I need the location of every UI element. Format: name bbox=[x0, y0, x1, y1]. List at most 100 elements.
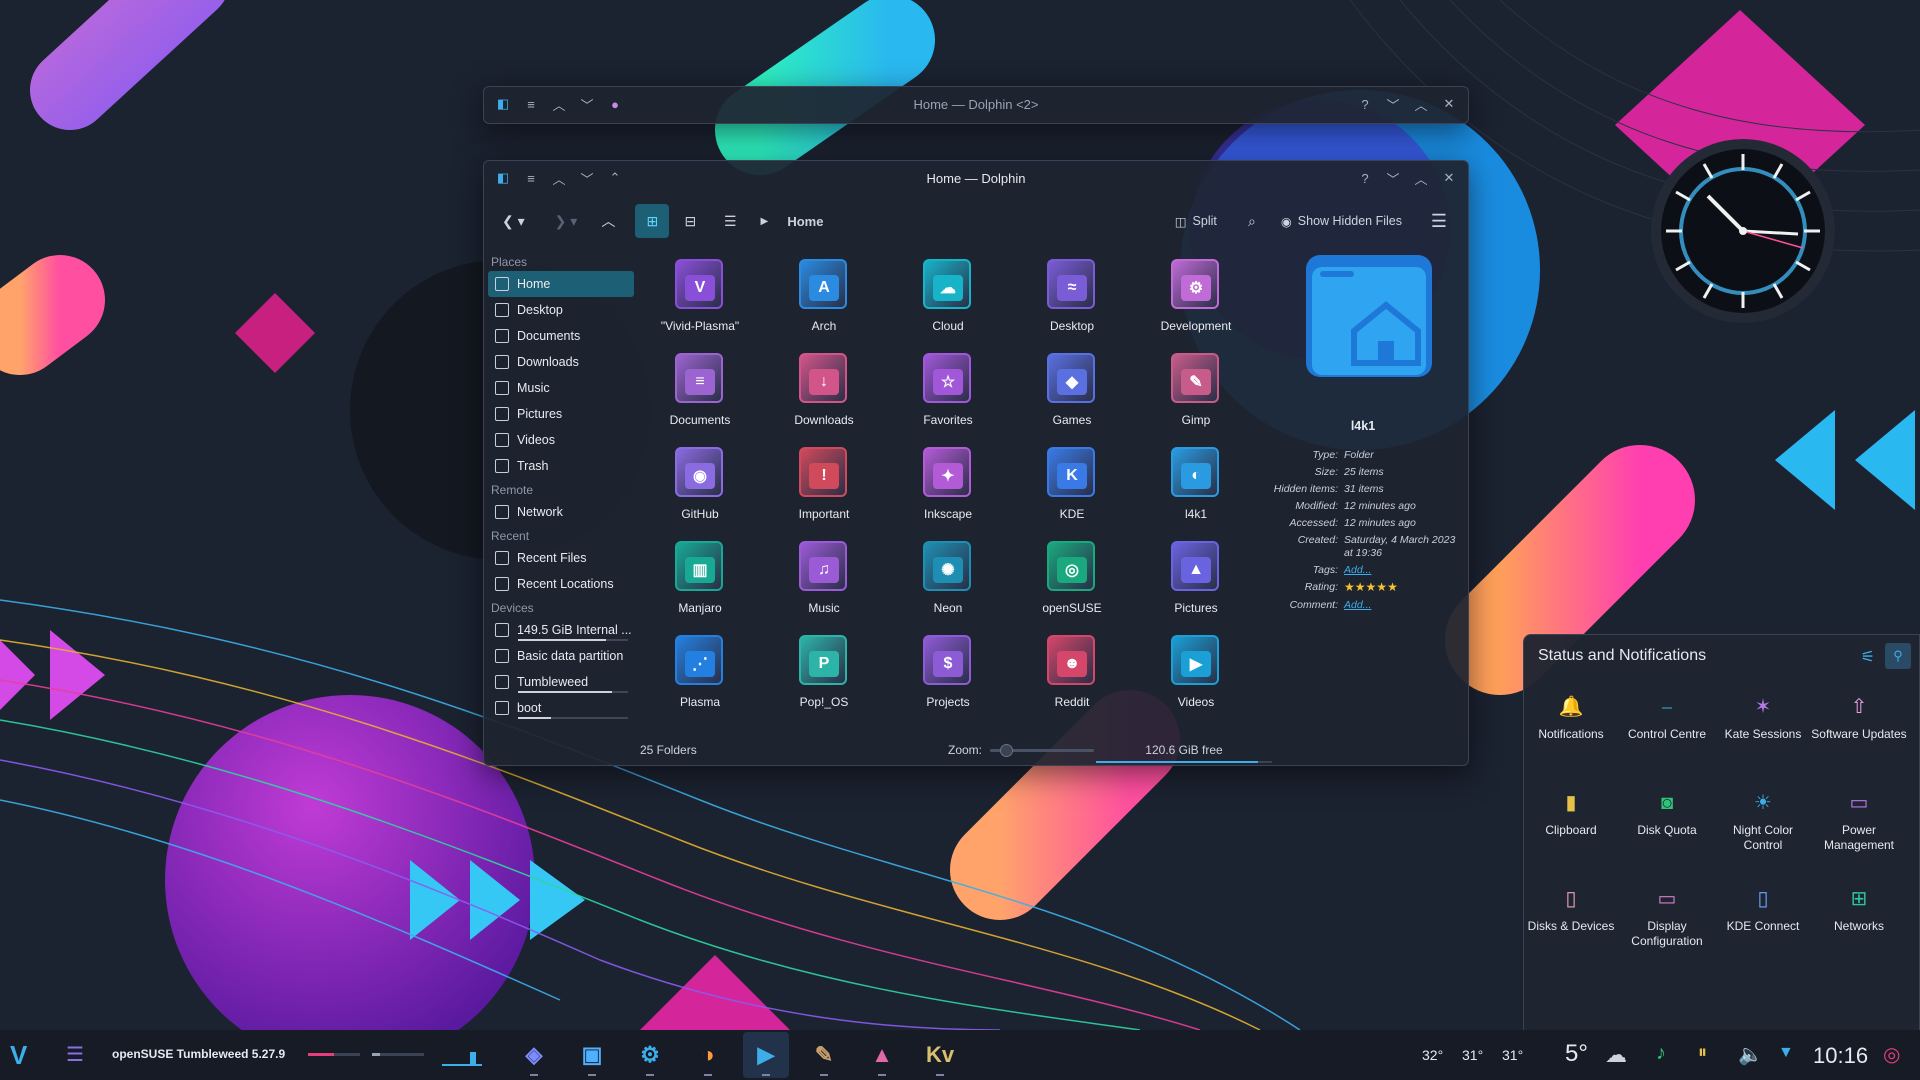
details-view-button[interactable]: ☰ bbox=[713, 204, 747, 238]
close-icon[interactable]: ✕ bbox=[1438, 93, 1460, 115]
folder-item[interactable]: ☁ Cloud bbox=[886, 253, 1010, 347]
folder-item[interactable]: ▥ Manjaro bbox=[638, 535, 762, 629]
sidebar-item-places-4[interactable]: Music bbox=[488, 375, 634, 401]
dolphin-window-back[interactable]: ◧ ≡ ︿ ﹀ ● Home — Dolphin <2> ? ﹀ ︿ ✕ bbox=[483, 86, 1469, 124]
folder-item[interactable]: ◎ openSUSE bbox=[1010, 535, 1134, 629]
star-icon[interactable]: ★ bbox=[1376, 580, 1387, 594]
taskbar-app-3[interactable]: ◑ bbox=[685, 1032, 731, 1078]
clock-time[interactable]: 10:16 bbox=[1813, 1043, 1868, 1069]
volume-icon[interactable]: 🔈 bbox=[1738, 1042, 1763, 1067]
taskbar-app-0[interactable]: ◈ bbox=[511, 1032, 557, 1078]
application-launcher-icon[interactable]: V bbox=[10, 1040, 27, 1071]
applet-bell[interactable]: 🔔 Notifications bbox=[1523, 693, 1619, 742]
back-button[interactable]: ❮ ▾ bbox=[496, 204, 531, 238]
zoom-slider[interactable] bbox=[990, 744, 1094, 757]
applet-networks[interactable]: ⊞ Networks bbox=[1811, 885, 1907, 934]
minimize-icon[interactable]: ﹀ bbox=[1382, 93, 1404, 115]
folder-item[interactable]: ✎ Gimp bbox=[1134, 347, 1258, 441]
star-icon[interactable]: ★ bbox=[1344, 580, 1355, 594]
sidebar-item-recent-0[interactable]: Recent Files bbox=[488, 545, 634, 571]
search-button[interactable]: ⌕ bbox=[1235, 204, 1269, 238]
star-icon[interactable]: ★ bbox=[1366, 580, 1377, 594]
folder-item[interactable]: ⚙ Development bbox=[1134, 253, 1258, 347]
zoom-slider-handle[interactable] bbox=[999, 744, 1013, 757]
notification-status-icon[interactable]: ◎ bbox=[1883, 1042, 1900, 1067]
folder-item[interactable]: ⋰ Plasma bbox=[638, 629, 762, 723]
applet-power[interactable]: ▭ Power Management bbox=[1811, 789, 1907, 853]
sidebar-item-places-2[interactable]: Documents bbox=[488, 323, 634, 349]
sidebar-item-devices-3[interactable]: boot bbox=[488, 695, 634, 721]
star-icon[interactable]: ★ bbox=[1387, 580, 1398, 594]
sidebar-item-recent-1[interactable]: Recent Locations bbox=[488, 571, 634, 597]
folder-item[interactable]: ◐ l4k1 bbox=[1134, 441, 1258, 535]
folder-item[interactable]: ✺ Neon bbox=[886, 535, 1010, 629]
folder-item[interactable]: A Arch bbox=[762, 253, 886, 347]
applet-disks[interactable]: ▯ Disks & Devices bbox=[1523, 885, 1619, 934]
up-button[interactable]: ︿ bbox=[591, 204, 625, 238]
configure-icon[interactable]: ⚟ bbox=[1861, 647, 1875, 667]
taskbar-app-6[interactable]: ▲ bbox=[859, 1032, 905, 1078]
pager-icon[interactable]: ☰ bbox=[66, 1042, 84, 1067]
sidebar-item-places-0[interactable]: Home bbox=[488, 271, 634, 297]
folder-item[interactable]: ♫ Music bbox=[762, 535, 886, 629]
help-icon[interactable]: ? bbox=[1354, 93, 1376, 115]
applet-clipboard[interactable]: ▮ Clipboard bbox=[1523, 789, 1619, 838]
folder-item[interactable]: ! Important bbox=[762, 441, 886, 535]
icons-view-button[interactable]: ⊞ bbox=[635, 204, 670, 238]
compact-view-button[interactable]: ⊟ bbox=[673, 204, 707, 238]
sidebar-item-places-6[interactable]: Videos bbox=[488, 427, 634, 453]
sidebar-item-places-1[interactable]: Desktop bbox=[488, 297, 634, 323]
folder-item[interactable]: V "Vivid-Plasma" bbox=[638, 253, 762, 347]
media-player-icon[interactable]: ♪ bbox=[1656, 1042, 1666, 1065]
taskbar-app-7[interactable]: Kv bbox=[917, 1032, 963, 1078]
weather-cloud-icon[interactable]: ☁ bbox=[1605, 1042, 1627, 1068]
rating-stars[interactable]: ★★★★★ bbox=[1344, 581, 1458, 595]
folder-item[interactable]: ◆ Games bbox=[1010, 347, 1134, 441]
tray-expander-icon[interactable]: ▼ bbox=[1778, 1044, 1794, 1062]
folder-item[interactable]: ◉ GitHub bbox=[638, 441, 762, 535]
maximize-icon[interactable]: ︿ bbox=[1410, 93, 1432, 115]
taskbar-app-5[interactable]: ✎ bbox=[801, 1032, 847, 1078]
applet-kde-connect[interactable]: ▯ KDE Connect bbox=[1715, 885, 1811, 934]
comment-add-link[interactable]: Add... bbox=[1344, 599, 1458, 612]
folder-item[interactable]: ≈ Desktop bbox=[1010, 253, 1134, 347]
taskbar-app-2[interactable]: ⚙ bbox=[627, 1032, 673, 1078]
folder-item[interactable]: ▲ Pictures bbox=[1134, 535, 1258, 629]
applet-updates[interactable]: ⇧ Software Updates bbox=[1811, 693, 1907, 742]
taskbar-app-1[interactable]: ▣ bbox=[569, 1032, 615, 1078]
sidebar-item-places-3[interactable]: Downloads bbox=[488, 349, 634, 375]
split-button[interactable]: ◫ Split bbox=[1169, 204, 1223, 238]
folder-item[interactable]: ☆ Favorites bbox=[886, 347, 1010, 441]
hamburger-menu-button[interactable]: ☰ bbox=[1422, 204, 1456, 238]
sidebar-item-remote-0[interactable]: Network bbox=[488, 499, 634, 525]
folder-item[interactable]: $ Projects bbox=[886, 629, 1010, 723]
pin-icon[interactable]: ⚲ bbox=[1885, 643, 1911, 669]
help-icon[interactable]: ? bbox=[1354, 167, 1376, 189]
applet-disk-quota[interactable]: ◙ Disk Quota bbox=[1619, 789, 1715, 838]
sidebar-item-places-7[interactable]: Trash bbox=[488, 453, 634, 479]
show-hidden-button[interactable]: ◉ Show Hidden Files bbox=[1275, 204, 1408, 238]
weather-temperature[interactable]: 5° bbox=[1565, 1040, 1588, 1068]
applet-sliders[interactable]: ⎯ Control Centre bbox=[1619, 693, 1715, 742]
folder-item[interactable]: ☻ Reddit bbox=[1010, 629, 1134, 723]
sidebar-item-devices-2[interactable]: Tumbleweed bbox=[488, 669, 634, 695]
close-icon[interactable]: ✕ bbox=[1438, 167, 1460, 189]
folder-item[interactable]: P Pop!_OS bbox=[762, 629, 886, 723]
folder-item[interactable]: ≡ Documents bbox=[638, 347, 762, 441]
breadcrumb-home[interactable]: Home bbox=[781, 204, 829, 238]
taskbar-app-4[interactable]: ▶ bbox=[743, 1032, 789, 1078]
tags-add-link[interactable]: Add... bbox=[1344, 564, 1458, 577]
minimize-icon[interactable]: ﹀ bbox=[1382, 167, 1404, 189]
sidebar-item-devices-0[interactable]: 149.5 GiB Internal ... bbox=[488, 617, 634, 643]
sidebar-item-devices-1[interactable]: Basic data partition bbox=[488, 643, 634, 669]
sidebar-item-places-5[interactable]: Pictures bbox=[488, 401, 634, 427]
folder-item[interactable]: ✦ Inkscape bbox=[886, 441, 1010, 535]
folder-item[interactable]: ▶ Videos bbox=[1134, 629, 1258, 723]
folder-item[interactable]: ↓ Downloads bbox=[762, 347, 886, 441]
pause-icon[interactable]: ⏸ bbox=[1698, 1042, 1707, 1063]
applet-kate[interactable]: ✶ Kate Sessions bbox=[1715, 693, 1811, 742]
folder-item[interactable]: K KDE bbox=[1010, 441, 1134, 535]
applet-display[interactable]: ▭ Display Configuration bbox=[1619, 885, 1715, 949]
applet-night-color[interactable]: ☀ Night Color Control bbox=[1715, 789, 1811, 853]
maximize-icon[interactable]: ︿ bbox=[1410, 167, 1432, 189]
